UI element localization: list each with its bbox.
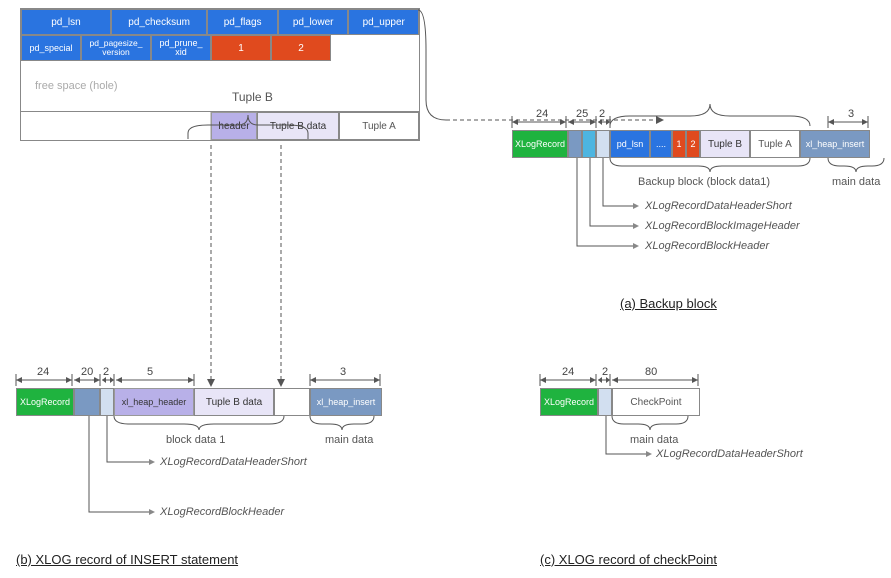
b-dim-24: 24: [37, 366, 49, 378]
b-xl-heap-header: xl_heap_header: [114, 388, 194, 416]
b-dim-5: 5: [147, 366, 153, 378]
b-row: XLogRecord xl_heap_header Tuple B data x…: [16, 388, 382, 416]
b-tuple-b-data: Tuple B data: [194, 388, 274, 416]
a-block-image-header: [582, 130, 596, 158]
b-dim-20: 20: [81, 366, 93, 378]
c-data-header-short: [598, 388, 612, 416]
a-lp2: 2: [686, 130, 700, 158]
a-main-data-label: main data: [832, 176, 880, 188]
tuple-header: header: [211, 112, 257, 140]
a-backup-block-label: Backup block (block data1): [638, 176, 770, 188]
c-dim-80: 80: [645, 366, 657, 378]
a-xl-heap-insert: xl_heap_insert: [800, 130, 870, 158]
b-dim-3: 3: [340, 366, 346, 378]
a-dots: ....: [650, 130, 672, 158]
page-header-pd-flags: pd_flags: [207, 9, 278, 35]
c-caption: (c) XLOG record of checkPoint: [540, 552, 717, 567]
a-tuple-a: Tuple A: [750, 130, 800, 158]
c-checkpoint: CheckPoint: [612, 388, 700, 416]
b-dim-2: 2: [103, 366, 109, 378]
a-pd-lsn: pd_lsn: [610, 130, 650, 158]
tuple-b-data: Tuple B data: [257, 112, 339, 140]
a-caption: (a) Backup block: [620, 296, 717, 311]
b-callout-dh: XLogRecordDataHeaderShort: [160, 456, 307, 468]
a-callout-bh: XLogRecordBlockHeader: [645, 240, 769, 252]
line-ptr-2: 2: [271, 35, 331, 61]
a-dim-25: 25: [576, 108, 588, 120]
b-block-data-label: block data 1: [166, 434, 225, 446]
c-callout-dh: XLogRecordDataHeaderShort: [656, 448, 803, 460]
a-block-header: [568, 130, 582, 158]
page-header-pd-lower: pd_lower: [278, 9, 349, 35]
a-callout-bih: XLogRecordBlockImageHeader: [645, 220, 800, 232]
page-block: pd_lsn pd_checksum pd_flags pd_lower pd_…: [20, 8, 420, 141]
b-caption: (b) XLOG record of INSERT statement: [16, 552, 238, 567]
free-space-label: free space (hole): [21, 80, 118, 92]
b-main-data-label: main data: [325, 434, 373, 446]
a-xlogrecord: XLogRecord: [512, 130, 568, 158]
b-data-header-short: [100, 388, 114, 416]
b-block-header: [74, 388, 100, 416]
b-callout-bh: XLogRecordBlockHeader: [160, 506, 284, 518]
a-dim-2: 2: [599, 108, 605, 120]
c-dim-24: 24: [562, 366, 574, 378]
a-dim-3: 3: [848, 108, 854, 120]
c-main-data-label: main data: [630, 434, 678, 446]
c-xlogrecord: XLogRecord: [540, 388, 598, 416]
a-callout-dh: XLogRecordDataHeaderShort: [645, 200, 792, 212]
tuple-a: Tuple A: [339, 112, 419, 140]
b-xl-heap-insert: xl_heap_insert: [310, 388, 382, 416]
a-dim-24: 24: [536, 108, 548, 120]
a-lp1: 1: [672, 130, 686, 158]
line-ptr-1: 1: [211, 35, 271, 61]
page-header-pd-lsn: pd_lsn: [21, 9, 111, 35]
c-dim-2: 2: [602, 366, 608, 378]
page-header-pd-prune: pd_prune_ xid: [151, 35, 211, 61]
page-header-pd-checksum: pd_checksum: [111, 9, 207, 35]
tuple-b-pointer-label: Tuple B: [232, 90, 273, 104]
b-gap: [274, 388, 310, 416]
b-xlogrecord: XLogRecord: [16, 388, 74, 416]
a-tuple-b: Tuple B: [700, 130, 750, 158]
a-row: XLogRecord pd_lsn .... 1 2 Tuple B Tuple…: [512, 130, 870, 158]
c-row: XLogRecord CheckPoint: [540, 388, 700, 416]
page-header-pd-upper: pd_upper: [348, 9, 419, 35]
page-header-pd-special: pd_special: [21, 35, 81, 61]
a-data-header-short: [596, 130, 610, 158]
page-header-pd-pagesize: pd_pagesize_ version: [81, 35, 151, 61]
